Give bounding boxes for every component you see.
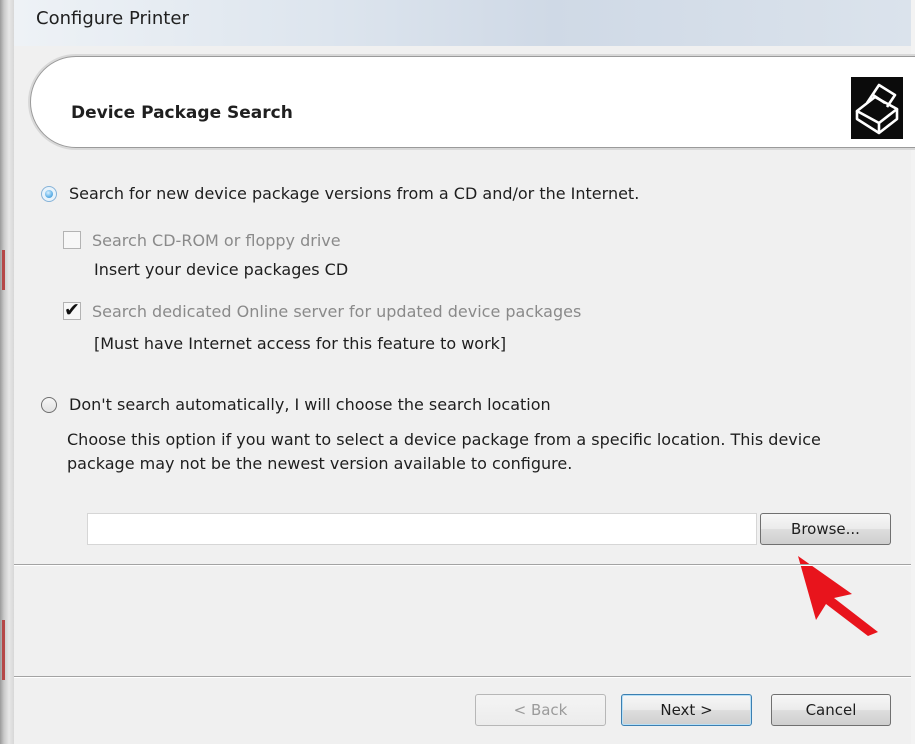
search-new-label[interactable]: Search for new device package versions f… [69, 184, 639, 203]
page-title: Device Package Search [71, 103, 293, 123]
manual-location-label[interactable]: Don't search automatically, I will choos… [69, 395, 551, 414]
annotation-arrow-icon [798, 556, 878, 636]
search-online-checkbox[interactable]: ✔ [63, 299, 81, 321]
search-new-radio[interactable] [41, 186, 57, 202]
edge-marker [2, 620, 5, 680]
search-online-label[interactable]: Search dedicated Online server for updat… [92, 302, 581, 321]
window-left-edge [0, 0, 14, 744]
footer-separator [14, 676, 911, 678]
check-mark-icon: ✔ [64, 299, 80, 321]
printer-icon [851, 77, 903, 139]
cancel-button[interactable]: Cancel [771, 694, 891, 726]
configure-printer-dialog: Device Package Search Search for new dev… [14, 46, 915, 744]
wizard-header: Device Package Search [30, 56, 915, 148]
search-cdrom-checkbox[interactable] [63, 231, 81, 249]
manual-location-description: package may not be the newest version av… [67, 454, 573, 473]
manual-location-description: Choose this option if you want to select… [67, 430, 821, 449]
edge-marker [2, 250, 5, 290]
next-button[interactable]: Next > [621, 694, 752, 726]
search-online-hint: [Must have Internet access for this feat… [94, 334, 507, 353]
title-bar[interactable]: Configure Printer [14, 0, 911, 46]
back-button[interactable]: < Back [475, 694, 606, 726]
search-cdrom-hint: Insert your device packages CD [94, 260, 349, 279]
manual-location-radio[interactable] [41, 397, 57, 413]
content-separator [14, 564, 911, 566]
location-path-input[interactable] [87, 513, 757, 545]
browse-button[interactable]: Browse... [760, 513, 891, 545]
window-title: Configure Printer [36, 8, 189, 29]
search-cdrom-label[interactable]: Search CD-ROM or floppy drive [92, 231, 341, 250]
